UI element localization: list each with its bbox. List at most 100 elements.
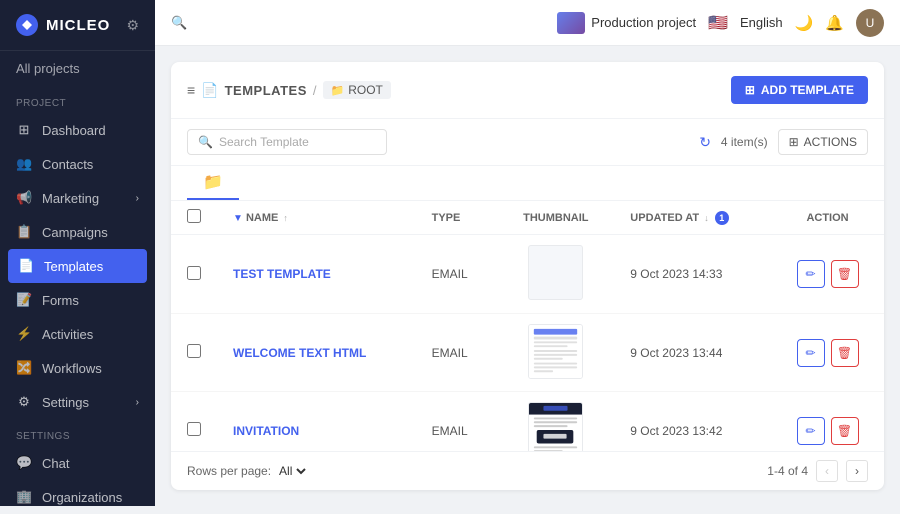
sidebar-item-settings[interactable]: ⚙ Settings ›: [0, 385, 155, 419]
dashboard-icon: ⊞: [16, 122, 32, 138]
sidebar-item-activities[interactable]: ⚡ Activities: [0, 317, 155, 351]
moon-icon[interactable]: 🌙: [795, 14, 814, 32]
actions-label: ACTIONS: [804, 135, 857, 149]
template-name-link[interactable]: INVITATION: [233, 424, 299, 438]
add-template-label: ADD TEMPLATE: [761, 83, 854, 97]
sidebar-item-dashboard[interactable]: ⊞ Dashboard: [0, 113, 155, 147]
row-date-cell: 9 Oct 2023 13:44: [614, 314, 771, 392]
toolbar-right: ↻ 4 item(s) ⊞ ACTIONS: [699, 129, 868, 155]
hamburger-icon[interactable]: ≡: [187, 82, 195, 98]
notifications-icon[interactable]: 🔔: [825, 14, 844, 32]
refresh-icon[interactable]: ↻: [699, 134, 711, 151]
table-header: ▼ NAME ↑ TYPE THUMBNAIL UPDATED AT ↓ 1: [171, 201, 884, 235]
sidebar-item-label: Dashboard: [42, 123, 106, 138]
next-page-button[interactable]: ›: [846, 460, 868, 482]
breadcrumb-root[interactable]: 📁 ROOT: [323, 81, 391, 99]
row-checkbox[interactable]: [187, 266, 201, 280]
th-select: [171, 201, 217, 235]
sidebar-item-chat[interactable]: 💬 Chat: [0, 446, 155, 480]
sidebar-item-label: Activities: [42, 327, 93, 342]
row-thumbnail-cell: [497, 314, 614, 392]
all-projects-link[interactable]: All projects: [0, 51, 155, 86]
action-buttons: ✏ 🗑: [787, 417, 868, 445]
sidebar-item-contacts[interactable]: 👥 Contacts: [0, 147, 155, 181]
row-type-cell: EMAIL: [416, 314, 498, 392]
row-action-cell: ✏ 🗑: [771, 392, 884, 452]
sidebar-item-templates[interactable]: 📄 Templates: [8, 249, 147, 283]
delete-button[interactable]: 🗑: [831, 417, 859, 445]
filter-tab-icon: 📁: [203, 172, 223, 192]
content-area: ≡ 📄 TEMPLATES / 📁 ROOT ⊞ ADD TEMPLATE: [155, 46, 900, 506]
sidebar-section-project: Project: [0, 86, 155, 113]
chevron-right-icon: ›: [136, 397, 139, 408]
updated-sort-icon: ↓: [704, 213, 709, 223]
edit-button[interactable]: ✏: [797, 339, 825, 367]
settings-icon: ⚙: [16, 394, 32, 410]
main-area: 🔍 Production project 🇺🇸 English 🌙 🔔 U ≡ …: [155, 0, 900, 506]
row-date-cell: 9 Oct 2023 13:42: [614, 392, 771, 452]
card-title-area: ≡ 📄 TEMPLATES / 📁 ROOT: [187, 81, 723, 99]
sidebar-item-label: Marketing: [42, 191, 99, 206]
user-avatar[interactable]: U: [856, 9, 884, 37]
avatar-initial: U: [866, 16, 875, 30]
th-name: ▼ NAME ↑: [217, 201, 416, 235]
add-template-button[interactable]: ⊞ ADD TEMPLATE: [731, 76, 868, 104]
sidebar-item-campaigns[interactable]: 📋 Campaigns: [0, 215, 155, 249]
marketing-icon: 📢: [16, 190, 32, 206]
row-checkbox[interactable]: [187, 344, 201, 358]
workflows-icon: 🔀: [16, 360, 32, 376]
sidebar-item-organizations[interactable]: 🏢 Organizations: [0, 480, 155, 514]
sidebar-item-marketing[interactable]: 📢 Marketing ›: [0, 181, 155, 215]
project-thumbnail: [557, 12, 585, 34]
table-row: INVITATION EMAIL: [171, 392, 884, 452]
delete-button[interactable]: 🗑: [831, 339, 859, 367]
edit-button[interactable]: ✏: [797, 260, 825, 288]
row-name-cell: WELCOME TEXT HTML: [217, 314, 416, 392]
table-row: TEST TEMPLATE EMAIL 9 Oct 2023 14:33 ✏ 🗑: [171, 235, 884, 314]
card-toolbar: 🔍 Search Template ↻ 4 item(s) ⊞ ACTIONS: [171, 119, 884, 166]
templates-file-icon: 📄: [201, 82, 218, 99]
sidebar-item-label: Organizations: [42, 490, 122, 505]
th-thumbnail: THUMBNAIL: [497, 201, 614, 235]
sidebar-settings-icon[interactable]: ⚙: [126, 17, 139, 34]
breadcrumb-separator: /: [313, 83, 317, 98]
table-row: WELCOME TEXT HTML EMAIL: [171, 314, 884, 392]
topbar-right: Production project 🇺🇸 English 🌙 🔔 U: [557, 9, 884, 37]
thumbnail-empty: [528, 245, 583, 300]
edit-button[interactable]: ✏: [797, 417, 825, 445]
pagination-info: 1-4 of 4: [767, 464, 808, 478]
actions-button[interactable]: ⊞ ACTIONS: [778, 129, 868, 155]
row-thumbnail-cell: [497, 392, 614, 452]
prev-page-button[interactable]: ‹: [816, 460, 838, 482]
language-label: English: [740, 15, 783, 30]
row-date-cell: 9 Oct 2023 14:33: [614, 235, 771, 314]
sidebar-item-workflows[interactable]: 🔀 Workflows: [0, 351, 155, 385]
template-name-link[interactable]: TEST TEMPLATE: [233, 267, 331, 281]
template-name-link[interactable]: WELCOME TEXT HTML: [233, 346, 366, 360]
topbar-search[interactable]: 🔍: [171, 15, 545, 31]
date-label: 9 Oct 2023 14:33: [630, 267, 722, 281]
folder-icon: 📁: [331, 84, 345, 97]
search-template-box[interactable]: 🔍 Search Template: [187, 129, 387, 155]
row-select-cell: [171, 235, 217, 314]
sidebar-section-settings: Settings: [0, 419, 155, 446]
sidebar-item-label: Campaigns: [42, 225, 108, 240]
chat-icon: 💬: [16, 455, 32, 471]
topbar-project: Production project: [557, 12, 696, 34]
delete-button[interactable]: 🗑: [831, 260, 859, 288]
updated-filter-badge: 1: [715, 211, 729, 225]
thumbnail-preview: [528, 324, 583, 379]
table-body: TEST TEMPLATE EMAIL 9 Oct 2023 14:33 ✏ 🗑: [171, 235, 884, 452]
row-name-cell: INVITATION: [217, 392, 416, 452]
sidebar-item-label: Contacts: [42, 157, 93, 172]
add-icon: ⊞: [745, 83, 755, 97]
item-count: 4 item(s): [721, 135, 768, 149]
active-filter-tab[interactable]: 📁: [187, 166, 239, 200]
rows-per-page-select[interactable]: All 10 25 50: [275, 463, 309, 479]
type-label: EMAIL: [432, 424, 468, 438]
row-checkbox[interactable]: [187, 422, 201, 436]
select-all-checkbox[interactable]: [187, 209, 201, 223]
row-thumbnail-cell: [497, 235, 614, 314]
sidebar-item-forms[interactable]: 📝 Forms: [0, 283, 155, 317]
content-card: ≡ 📄 TEMPLATES / 📁 ROOT ⊞ ADD TEMPLATE: [171, 62, 884, 490]
